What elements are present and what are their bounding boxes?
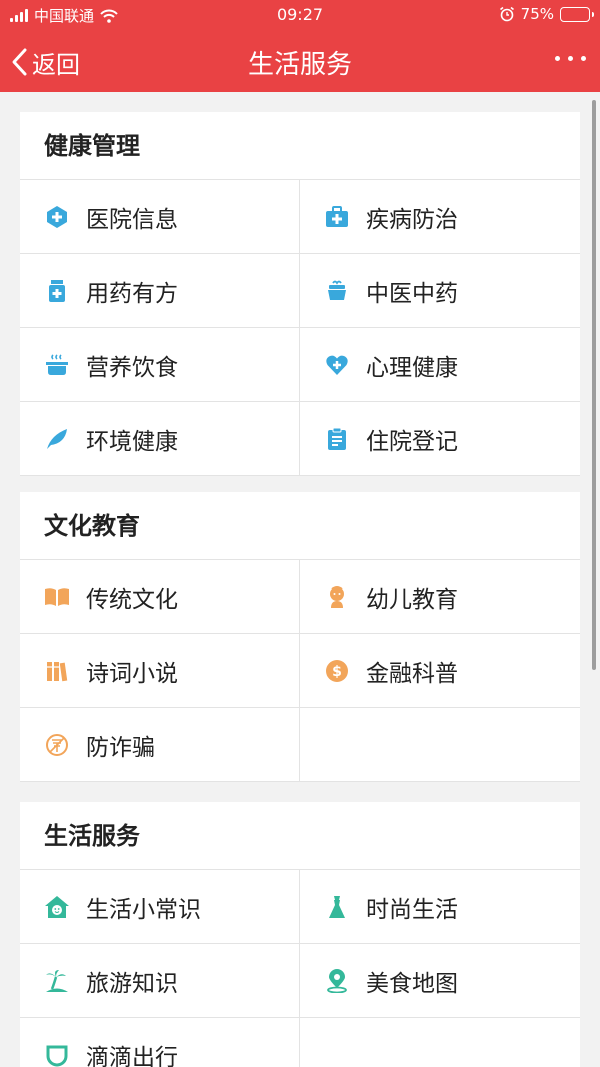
grid-item-anti-fraud[interactable]: 防诈骗 xyxy=(20,708,300,782)
grid-item-traditional-culture[interactable]: 传统文化 xyxy=(20,560,300,634)
cooking-pot-icon xyxy=(44,352,70,378)
open-book-icon xyxy=(44,584,70,610)
more-options-button[interactable] xyxy=(555,56,586,61)
battery-percent: 75% xyxy=(520,5,554,23)
grid-item-label: 用药有方 xyxy=(86,280,178,307)
grid-item-fashion-life[interactable]: 时尚生活 xyxy=(300,870,580,944)
grid-item-nutrition[interactable]: 营养饮食 xyxy=(20,328,300,402)
grid-item-label: 疾病防治 xyxy=(366,206,458,233)
more-dot-icon xyxy=(555,56,560,61)
grid-item-label: 防诈骗 xyxy=(86,734,155,761)
grid-item-finance-science[interactable]: $ 金融科普 xyxy=(300,634,580,708)
grid-item-hospital-registration[interactable]: 住院登记 xyxy=(300,402,580,476)
alarm-clock-icon xyxy=(499,6,514,22)
grid-item-label: 滴滴出行 xyxy=(86,1044,178,1067)
battery-icon xyxy=(560,6,594,22)
section-culture-education: 文化教育 传统文化 幼儿教育 诗词小说 $ 金融科普 防诈骗 xyxy=(20,492,580,782)
nav-bar: 返回 生活服务 xyxy=(0,32,600,92)
grid-item-medication[interactable]: 用药有方 xyxy=(20,254,300,328)
grid-empty-cell xyxy=(300,708,580,782)
grid-item-travel-knowledge[interactable]: 旅游知识 xyxy=(20,944,300,1018)
grid-empty-cell xyxy=(300,1018,580,1067)
grid-item-label: 中医中药 xyxy=(366,280,458,307)
herbal-pot-icon xyxy=(324,278,350,304)
house-face-icon xyxy=(44,894,70,920)
no-fraud-icon xyxy=(44,732,70,758)
grid-item-didi[interactable]: 滴滴出行 xyxy=(20,1018,300,1067)
section-title: 生活服务 xyxy=(20,802,580,870)
status-bar: 中国联通 09:27 75% xyxy=(0,0,600,32)
svg-text:$: $ xyxy=(332,664,342,680)
grid-item-label: 环境健康 xyxy=(86,428,178,455)
child-icon xyxy=(324,584,350,610)
medicine-bottle-icon xyxy=(44,278,70,304)
more-dot-icon xyxy=(581,56,586,61)
grid-item-label: 生活小常识 xyxy=(86,896,201,923)
heart-plus-icon xyxy=(324,352,350,378)
medical-kit-icon xyxy=(324,204,350,230)
grid-item-label: 诗词小说 xyxy=(86,660,178,687)
section-life-service: 生活服务 生活小常识 时尚生活 旅游知识 美食地图 滴滴出行 xyxy=(20,802,580,1067)
more-dot-icon xyxy=(568,56,573,61)
hospital-icon xyxy=(44,204,70,230)
section-title: 健康管理 xyxy=(20,112,580,180)
grid-item-environment-health[interactable]: 环境健康 xyxy=(20,402,300,476)
grid-item-hospital-info[interactable]: 医院信息 xyxy=(20,180,300,254)
grid-item-poetry-novels[interactable]: 诗词小说 xyxy=(20,634,300,708)
grid-item-label: 医院信息 xyxy=(86,206,178,233)
grid-item-food-map[interactable]: 美食地图 xyxy=(300,944,580,1018)
grid-item-label: 营养饮食 xyxy=(86,354,178,381)
leaf-icon xyxy=(44,426,70,452)
content-scroll[interactable]: 健康管理 医院信息 疾病防治 用药有方 中医中药 营养饮食 心理健康 环境健康 … xyxy=(0,92,600,1067)
didi-icon xyxy=(44,1042,70,1067)
grid-item-disease-prevention[interactable]: 疾病防治 xyxy=(300,180,580,254)
scrollbar[interactable] xyxy=(592,100,596,670)
clipboard-icon xyxy=(324,426,350,452)
grid-item-life-tips[interactable]: 生活小常识 xyxy=(20,870,300,944)
palm-tree-icon xyxy=(44,968,70,994)
grid-item-label: 幼儿教育 xyxy=(366,586,458,613)
grid-item-mental-health[interactable]: 心理健康 xyxy=(300,328,580,402)
grid-item-label: 传统文化 xyxy=(86,586,178,613)
section-health: 健康管理 医院信息 疾病防治 用药有方 中医中药 营养饮食 心理健康 环境健康 … xyxy=(20,112,580,476)
grid-item-tcm[interactable]: 中医中药 xyxy=(300,254,580,328)
dollar-coin-icon: $ xyxy=(324,658,350,684)
status-right: 75% xyxy=(499,5,594,23)
grid-item-early-education[interactable]: 幼儿教育 xyxy=(300,560,580,634)
section-title: 文化教育 xyxy=(20,492,580,560)
grid-item-label: 住院登记 xyxy=(366,428,458,455)
grid-item-label: 金融科普 xyxy=(366,660,458,687)
map-pin-icon xyxy=(324,968,350,994)
page-title: 生活服务 xyxy=(247,50,352,80)
grid-item-label: 心理健康 xyxy=(366,354,458,381)
dress-icon xyxy=(324,894,350,920)
books-icon xyxy=(44,658,70,684)
grid-item-label: 旅游知识 xyxy=(86,970,178,997)
grid-item-label: 时尚生活 xyxy=(366,896,458,923)
grid-item-label: 美食地图 xyxy=(366,970,458,997)
